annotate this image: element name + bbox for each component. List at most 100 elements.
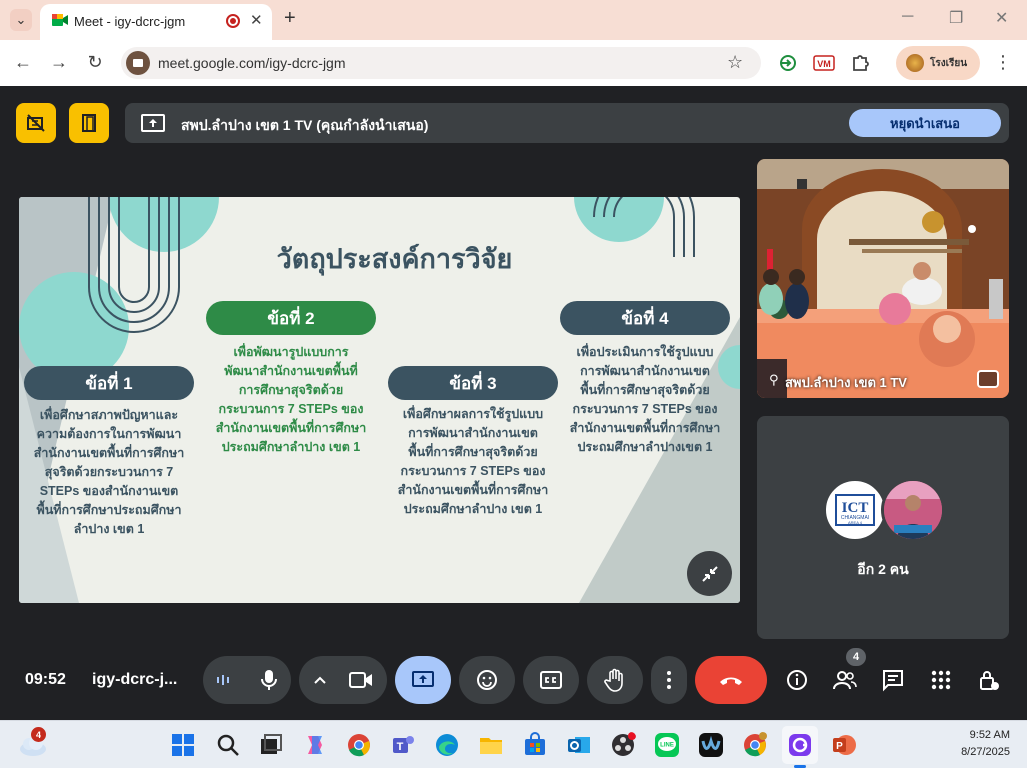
ict-logo: ICT CHIANGMAI AREA 4 <box>835 494 875 526</box>
leave-call-button[interactable] <box>695 656 767 704</box>
camera-control[interactable] <box>299 656 387 704</box>
back-icon[interactable]: ← <box>11 52 35 73</box>
objective-3-line: การพัฒนาสำนักงานเขต <box>408 426 538 440</box>
browser-tab-meet[interactable]: Meet - igy-dcrc-jgm ✕ <box>40 4 272 40</box>
site-info-icon[interactable] <box>126 51 150 75</box>
objective-4-line: สำนักงานเขตพื้นที่การศึกษา <box>569 421 721 435</box>
pip-expand-icon[interactable] <box>977 370 999 388</box>
microphone-icon <box>261 670 277 690</box>
leave-door-button[interactable] <box>69 103 109 143</box>
pdf-tool-icon[interactable] <box>787 732 813 758</box>
meeting-code[interactable]: igy-dcrc-j... <box>92 671 177 689</box>
weather-badge: 4 <box>31 727 46 742</box>
presentation-slide: วัตถุประสงค์การวิจัย ข้อที่ 1 เพื่อศึกษา… <box>19 197 740 603</box>
ict-logo-text: ICT <box>842 500 869 516</box>
people-icon[interactable] <box>833 668 857 692</box>
profile-button[interactable]: โรงเรียน <box>896 46 980 80</box>
host-controls-lock-icon[interactable] <box>977 668 1001 692</box>
participant-video-tile[interactable]: ⚲ สพป.ลำปาง เขต 1 TV <box>757 159 1009 398</box>
reactions-button[interactable] <box>459 656 515 704</box>
present-screen-icon <box>412 671 434 687</box>
browser-toolbar: ← → ↻ meet.google.com/igy-dcrc-jgm ☆ VM … <box>0 40 1027 86</box>
browser-tab-bar: ⌄ Meet - igy-dcrc-jgm ✕ + ─ ❐ ✕ <box>0 0 1027 40</box>
extension-vm-icon[interactable]: VM <box>813 53 835 73</box>
objective-4-line: การพัฒนาสำนักงานเขต <box>580 364 710 378</box>
new-tab-button[interactable]: + <box>284 7 296 30</box>
minimize-icon[interactable]: ─ <box>902 8 913 26</box>
hide-self-view-button[interactable] <box>16 103 56 143</box>
windows-taskbar: 4 T LINE P 9:52 AM 8/27/2025 <box>0 720 1027 768</box>
obs-icon[interactable] <box>610 732 636 758</box>
present-now-button[interactable] <box>395 656 451 704</box>
raise-hand-button[interactable] <box>587 656 643 704</box>
windows-start-icon[interactable] <box>170 732 196 758</box>
line-icon[interactable]: LINE <box>654 732 680 758</box>
meeting-clock: 09:52 <box>25 671 66 688</box>
more-options-button[interactable] <box>651 656 687 704</box>
window-close-icon[interactable]: ✕ <box>995 8 1008 28</box>
system-date[interactable]: 8/27/2025 <box>940 746 1010 758</box>
objective-3-label: ข้อที่ 3 <box>388 366 558 400</box>
minimize-presentation-button[interactable] <box>687 551 732 596</box>
search-icon[interactable] <box>215 732 241 758</box>
chrome-icon[interactable] <box>346 732 372 758</box>
address-bar[interactable]: meet.google.com/igy-dcrc-jgm ☆ <box>121 47 761 79</box>
captions-button[interactable] <box>523 656 579 704</box>
objective-3-line: ประถมศึกษาลำปาง เขต 1 <box>403 502 543 516</box>
chevron-down-icon: ⌄ <box>15 12 27 27</box>
collapse-arrows-icon <box>701 565 718 582</box>
system-time[interactable]: 9:52 AM <box>940 729 1010 741</box>
task-view-icon[interactable] <box>258 732 284 758</box>
more-vert-icon <box>667 671 671 689</box>
webex-icon[interactable] <box>698 732 724 758</box>
microsoft-store-icon[interactable] <box>522 732 548 758</box>
reload-icon[interactable]: ↻ <box>83 52 107 73</box>
copilot-icon[interactable] <box>302 732 328 758</box>
objective-4-line: ประถมศึกษาลำปางเขต 1 <box>577 440 713 454</box>
forward-icon[interactable]: → <box>47 52 71 73</box>
teams-icon[interactable]: T <box>390 732 416 758</box>
chat-icon[interactable] <box>881 668 905 692</box>
restore-icon[interactable]: ❐ <box>949 8 963 28</box>
presenting-banner: สพป.ลำปาง เขต 1 TV (คุณกำลังนำเสนอ) หยุด… <box>125 103 1009 143</box>
svg-text:T: T <box>397 741 404 753</box>
slash-grid-icon <box>27 114 45 132</box>
chevron-up-icon <box>314 676 326 684</box>
extension-arrow-icon[interactable] <box>777 53 799 73</box>
tab-search-button[interactable]: ⌄ <box>10 9 32 31</box>
objective-1-line: สำนักงานเขตพื้นที่การศึกษา <box>33 446 185 460</box>
objective-1-line: สุจริตด้วยกระบวนการ 7 <box>44 465 174 479</box>
pin-icon[interactable]: ⚲ <box>769 372 779 388</box>
chrome-profile-icon[interactable] <box>742 732 768 758</box>
extensions-puzzle-icon[interactable] <box>849 53 871 73</box>
activities-grid-icon[interactable] <box>929 668 953 692</box>
tab-close-icon[interactable]: ✕ <box>250 11 263 29</box>
objective-2-line: กระบวนการ 7 STEPs ของ <box>218 402 364 416</box>
profile-name: โรงเรียน <box>930 57 968 69</box>
objective-4-line: พื้นที่การศึกษาสุจริตด้วย <box>580 383 710 397</box>
objective-1-line: ความต้องการในการพัฒนา <box>36 427 182 441</box>
objective-2-line: การศึกษาสุจริตด้วย <box>238 383 344 397</box>
browser-menu-icon[interactable]: ⋮ <box>994 52 1012 73</box>
microphone-control[interactable] <box>203 656 291 704</box>
raise-hand-icon <box>604 668 623 692</box>
objective-4-line: กระบวนการ 7 STEPs ของ <box>572 402 718 416</box>
bookmark-star-icon[interactable]: ☆ <box>727 52 743 73</box>
audio-level-icon <box>217 675 229 685</box>
meeting-info-icon[interactable] <box>785 668 809 692</box>
file-explorer-icon[interactable] <box>478 732 504 758</box>
edge-icon[interactable] <box>434 732 460 758</box>
stop-presenting-button[interactable]: หยุดนำเสนอ <box>849 109 1001 137</box>
others-count-text: อีก 2 คน <box>857 561 909 577</box>
svg-text:VM: VM <box>817 59 831 69</box>
other-participants-tile[interactable]: ICT CHIANGMAI AREA 4 อีก 2 คน <box>757 416 1009 639</box>
powerpoint-icon[interactable]: P <box>831 732 857 758</box>
recording-indicator-icon <box>226 14 240 28</box>
objective-3-line: สำนักงานเขตพื้นที่การศึกษา <box>397 483 549 497</box>
objective-3-line: พื้นที่การศึกษาสุจริตด้วย <box>408 445 538 459</box>
objective-3-text: เพื่อศึกษาผลการใช้รูปแบบ การพัฒนาสำนักงาน… <box>383 405 563 519</box>
objective-2-label: ข้อที่ 2 <box>206 301 376 335</box>
profile-avatar-icon <box>906 54 924 72</box>
outlook-icon[interactable] <box>566 732 592 758</box>
svg-text:P: P <box>836 741 843 752</box>
